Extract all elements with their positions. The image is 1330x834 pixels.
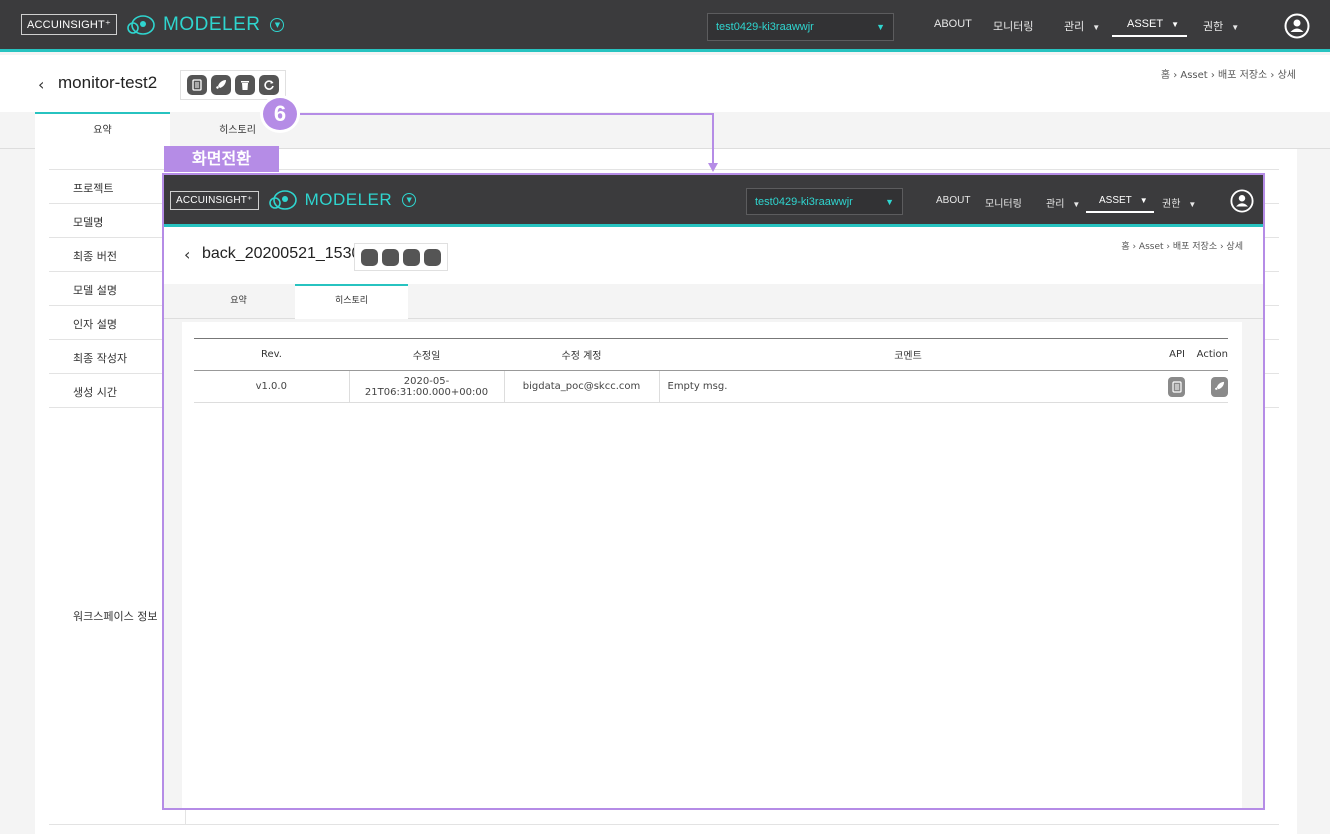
cell-account: bigdata_poc@skcc.com (504, 370, 660, 403)
step-badge: 6 (260, 95, 300, 133)
overlay-action-group (354, 243, 448, 271)
chevron-down-icon: ▼ (885, 197, 894, 207)
rocket-icon (382, 248, 399, 266)
overlay-nav-manage: 관리 ▼ (1046, 195, 1080, 210)
caret-down-icon: ▼ (1072, 200, 1081, 209)
brand-caret-icon: ▼ (402, 193, 417, 207)
overlay-nav-about: ABOUT (936, 195, 971, 206)
user-icon (1230, 189, 1254, 213)
table-row: v1.0.0 2020-05-21T06:31:00.000+00:00 big… (194, 370, 1228, 403)
column-header-rev: Rev. (194, 338, 349, 371)
overlay-tab-history: 히스토리 (295, 284, 408, 319)
overlay-nav-asset: ASSET ▼ (1086, 195, 1154, 213)
overlay-breadcrumb: 홈 › Asset › 배포 저장소 › 상세 (1121, 242, 1243, 252)
document-icon (1168, 376, 1185, 397)
overlay-tab-summary: 요약 (230, 296, 247, 306)
overlay-tabs-row: 요약 히스토리 (164, 284, 1263, 319)
cell-rev: v1.0.0 (194, 370, 350, 403)
column-header-modified-date: 수정일 (349, 338, 504, 371)
document-icon (361, 248, 378, 266)
overlay-page-title: back_20200521_1530 (202, 245, 361, 262)
back-icon: ‹ (184, 245, 191, 264)
overlay-history-content: Rev. 수정일 수정 계정 코멘트 API Action v1.0.0 202… (182, 322, 1242, 808)
overlay-title-bar: ‹ back_20200521_1530 홈 › Asset › 배포 저장소 … (164, 227, 1263, 284)
overlay-nav-manage-label: 관리 (1046, 199, 1065, 210)
column-header-comment: 코멘트 (659, 338, 1157, 371)
overlay-brand: ACCUINSIGHT⁺ MODELER ▼ (170, 189, 417, 211)
column-header-account: 수정 계정 (504, 338, 659, 371)
caret-down-icon: ▼ (1188, 200, 1197, 209)
brand-logo-icon (268, 190, 297, 210)
column-header-api: API (1157, 338, 1185, 371)
overlay-nav-permission: 권한 ▼ (1162, 195, 1196, 210)
overlay-project-select: test0429-ki3raawwjr ▼ (746, 188, 903, 215)
cell-comment: Empty msg. (659, 370, 1157, 403)
refresh-icon (424, 248, 441, 266)
caret-down-icon: ▼ (1139, 196, 1148, 205)
overlay-nav-monitoring: 모니터링 (985, 199, 1022, 210)
overlay-nav-asset-label: ASSET (1099, 195, 1132, 206)
history-screen-preview: ACCUINSIGHT⁺ MODELER ▼ test0429-ki3raaww… (162, 173, 1265, 810)
rocket-icon (1211, 376, 1228, 397)
cell-action (1185, 370, 1228, 403)
history-table: Rev. 수정일 수정 계정 코멘트 API Action v1.0.0 202… (194, 338, 1228, 403)
cell-modified-date: 2020-05-21T06:31:00.000+00:00 (349, 370, 505, 403)
column-header-action: Action (1185, 338, 1228, 371)
cell-api (1157, 370, 1185, 403)
trash-icon (403, 248, 420, 266)
overlay-project-value: test0429-ki3raawwjr (755, 195, 853, 208)
overlay-nav-permission-label: 권한 (1162, 199, 1181, 210)
overlay-brand-box: ACCUINSIGHT⁺ (170, 190, 259, 210)
overlay-brand-name: MODELER (304, 190, 393, 209)
overlay-top-nav-bar: ACCUINSIGHT⁺ MODELER ▼ test0429-ki3raaww… (164, 175, 1263, 227)
